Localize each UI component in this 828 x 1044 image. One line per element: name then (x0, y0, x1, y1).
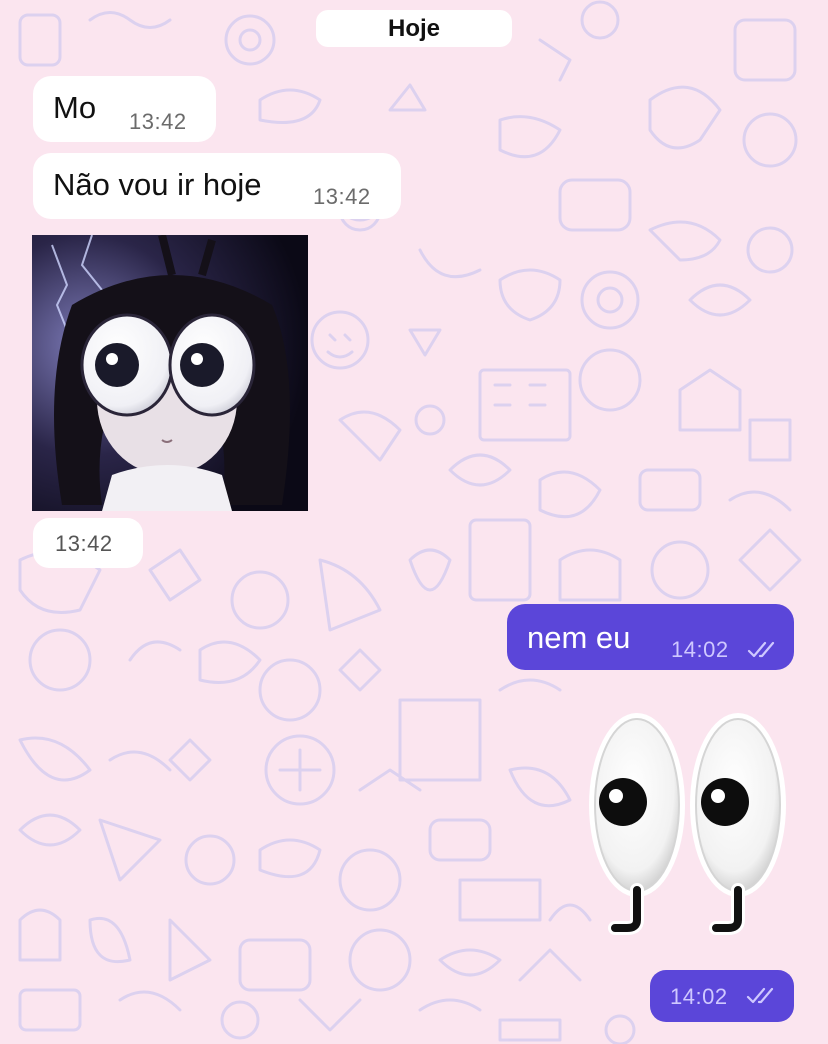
double-check-icon (746, 987, 774, 1004)
date-separator-label: Hoje (387, 14, 440, 42)
photo-image (32, 235, 308, 511)
message-time: 14:02 (671, 637, 729, 662)
message-time: 13:42 (129, 109, 187, 134)
message-text: Mo (53, 90, 97, 125)
date-separator: Hoje (316, 10, 512, 47)
message-time: 13:42 (55, 531, 113, 556)
message-time: 14:02 (670, 984, 728, 1009)
message-text: Não vou ir hoje (53, 167, 262, 202)
message-text: nem eu (527, 620, 631, 655)
photo-time-badge: 13:42 (33, 518, 143, 568)
googly-eyes-sticker[interactable] (585, 710, 790, 945)
message-photo[interactable] (32, 235, 308, 511)
message-incoming[interactable]: Não vou ir hoje 13:42 (33, 153, 401, 219)
message-outgoing[interactable]: nem eu 14:02 (507, 604, 794, 670)
double-check-icon (747, 641, 775, 658)
sticker-time-badge: 14:02 (650, 970, 794, 1022)
message-incoming[interactable]: Mo 13:42 (33, 76, 216, 142)
message-time: 13:42 (313, 184, 371, 209)
